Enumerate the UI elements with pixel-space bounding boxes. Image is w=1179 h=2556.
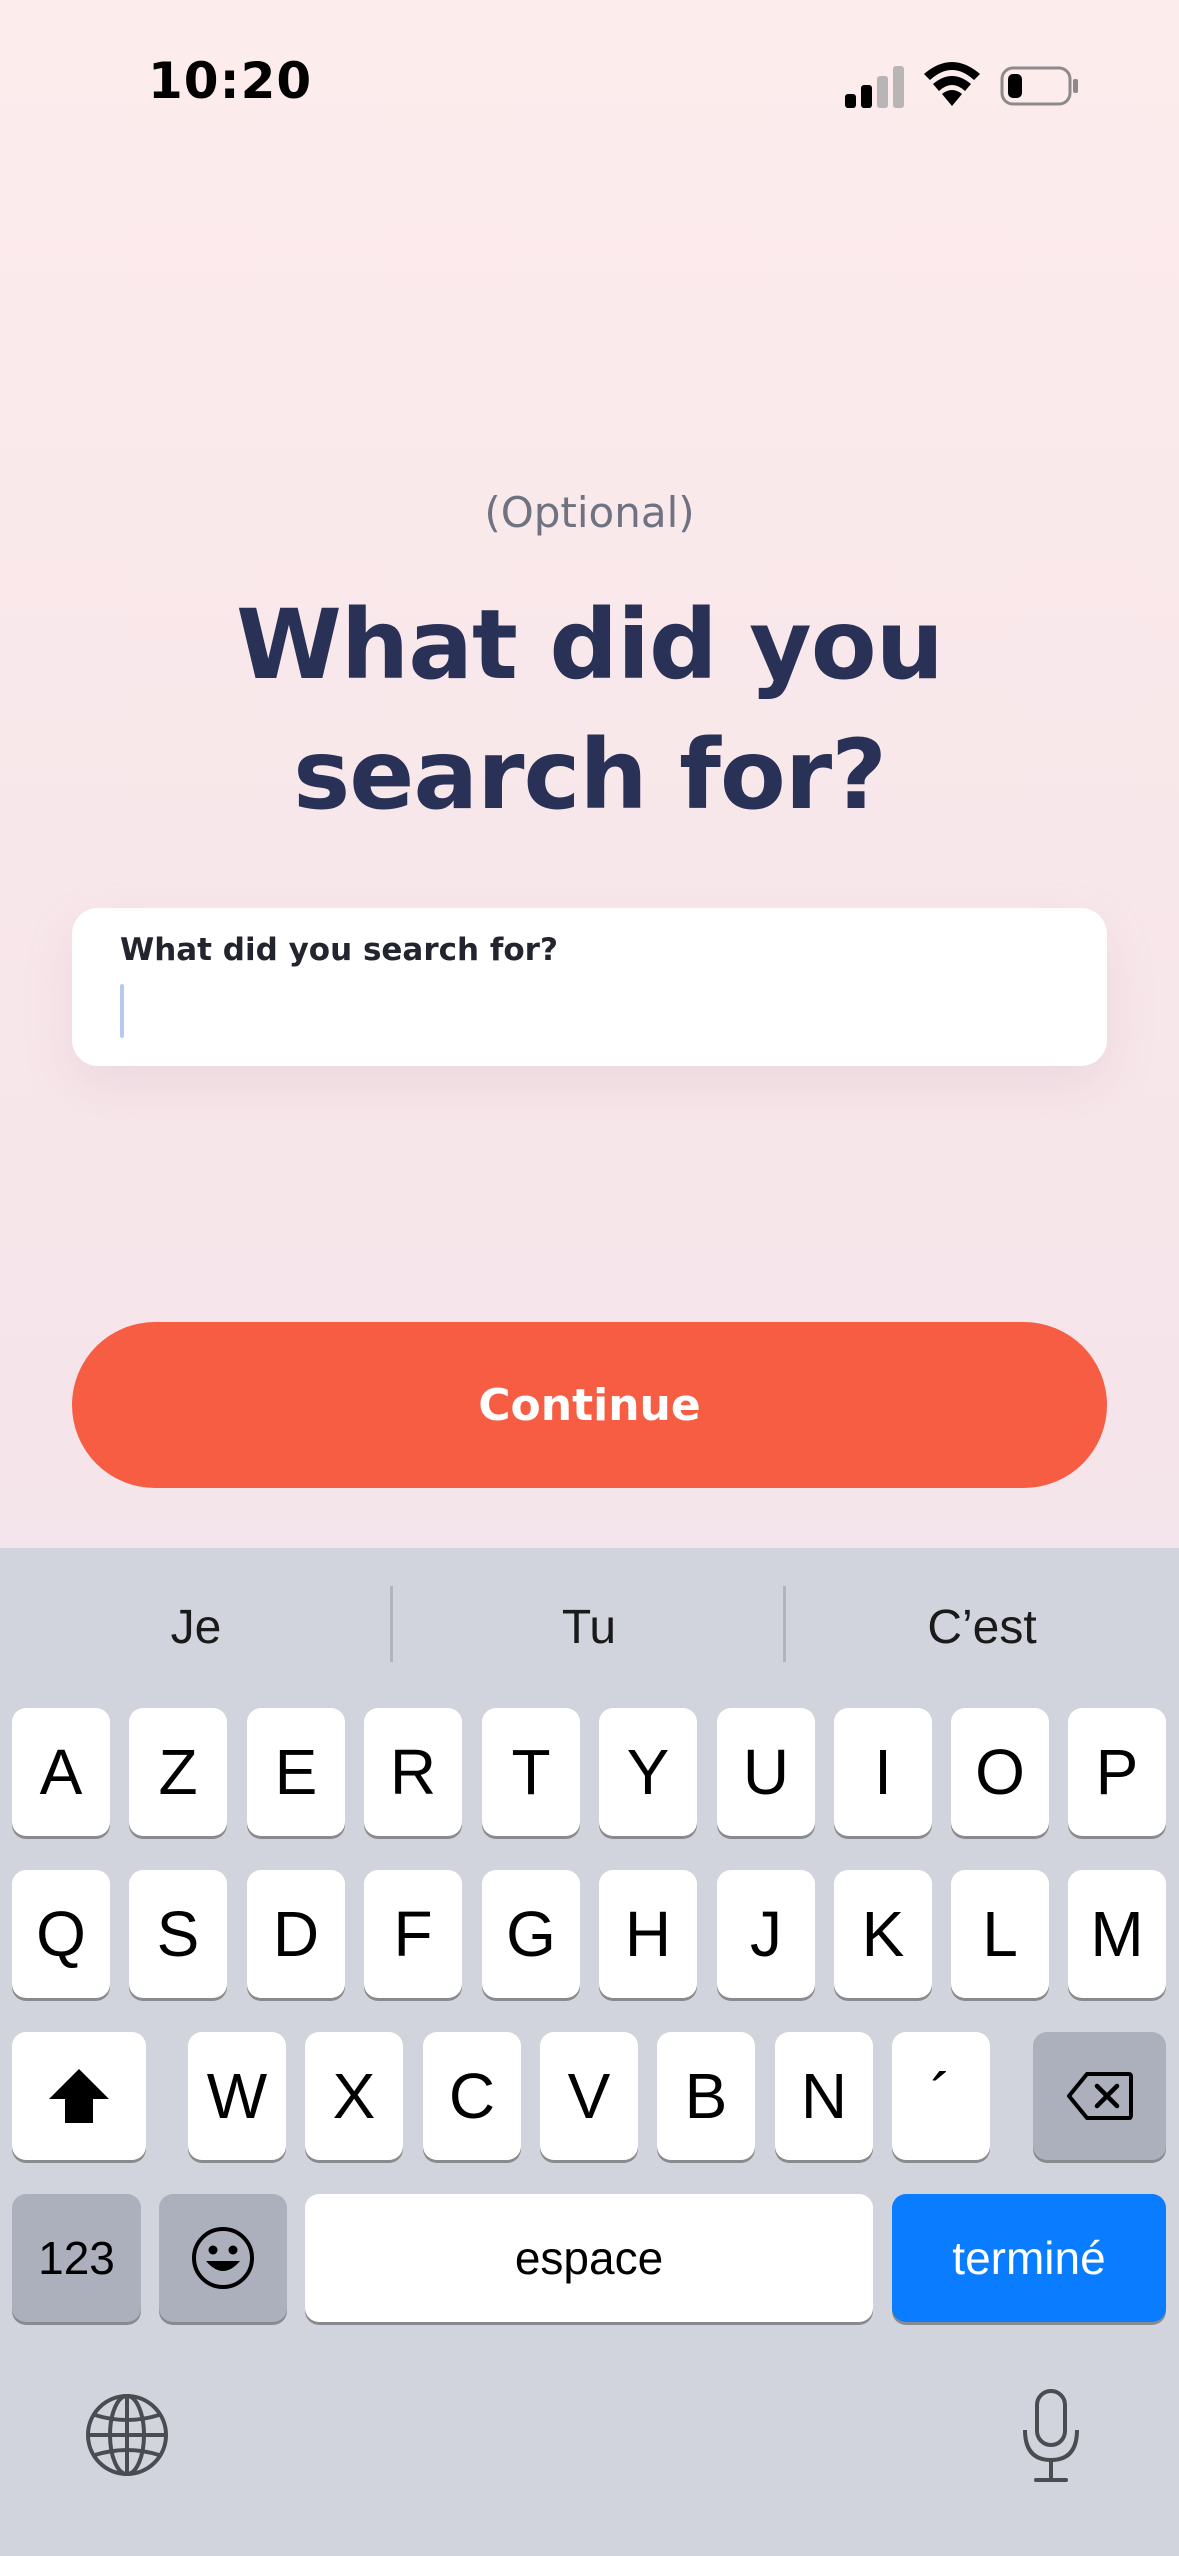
status-bar: 10:20 <box>0 0 1179 170</box>
key-u[interactable]: U <box>717 1708 815 1836</box>
key-l[interactable]: L <box>951 1870 1049 1998</box>
key-h[interactable]: H <box>599 1870 697 1998</box>
key-i[interactable]: I <box>834 1708 932 1836</box>
search-query-label: What did you search for? <box>120 932 558 968</box>
search-query-field[interactable]: What did you search for? <box>72 908 1107 1066</box>
emoji-icon <box>192 2227 254 2289</box>
continue-button[interactable]: Continue <box>72 1322 1107 1488</box>
key-w[interactable]: W <box>188 2032 286 2160</box>
text-cursor <box>120 984 124 1038</box>
key-s[interactable]: S <box>129 1870 227 1998</box>
shift-icon <box>49 2069 109 2123</box>
optional-label: (Optional) <box>484 488 695 537</box>
key-n[interactable]: N <box>775 2032 873 2160</box>
key-b[interactable]: B <box>657 2032 755 2160</box>
cellular-signal-icon <box>845 66 904 108</box>
key-d[interactable]: D <box>247 1870 345 1998</box>
key-c[interactable]: C <box>423 2032 521 2160</box>
suggestion-bar: Je Tu C’est <box>0 1548 1179 1708</box>
wifi-icon <box>924 62 980 106</box>
key-m[interactable]: M <box>1068 1870 1166 1998</box>
key-x[interactable]: X <box>305 2032 403 2160</box>
emoji-key[interactable] <box>159 2194 287 2322</box>
key-f[interactable]: F <box>364 1870 462 1998</box>
page-title: What did you search for? <box>236 589 944 831</box>
key-o[interactable]: O <box>951 1708 1049 1836</box>
backspace-icon <box>1066 2072 1133 2120</box>
globe-icon[interactable] <box>84 2392 170 2478</box>
suggestion-item[interactable]: Tu <box>393 1588 785 1668</box>
numbers-key[interactable]: 123 <box>12 2194 141 2322</box>
delete-key[interactable] <box>1033 2032 1166 2160</box>
key-t[interactable]: T <box>482 1708 580 1836</box>
key-z[interactable]: Z <box>129 1708 227 1836</box>
microphone-icon[interactable] <box>1018 2388 1084 2484</box>
key-accent[interactable]: ´ <box>892 2032 990 2160</box>
key-e[interactable]: E <box>247 1708 345 1836</box>
key-p[interactable]: P <box>1068 1708 1166 1836</box>
key-j[interactable]: J <box>717 1870 815 1998</box>
key-g[interactable]: G <box>482 1870 580 1998</box>
suggestion-item[interactable]: C’est <box>786 1588 1178 1668</box>
key-q[interactable]: Q <box>12 1870 110 1998</box>
key-v[interactable]: V <box>540 2032 638 2160</box>
suggestion-item[interactable]: Je <box>0 1588 392 1668</box>
done-key[interactable]: terminé <box>892 2194 1166 2322</box>
battery-low-icon <box>1000 66 1078 106</box>
space-key[interactable]: espace <box>305 2194 873 2322</box>
status-time: 10:20 <box>148 52 313 110</box>
shift-key[interactable] <box>12 2032 146 2160</box>
key-k[interactable]: K <box>834 1870 932 1998</box>
key-r[interactable]: R <box>364 1708 462 1836</box>
key-a[interactable]: A <box>12 1708 110 1836</box>
key-y[interactable]: Y <box>599 1708 697 1836</box>
